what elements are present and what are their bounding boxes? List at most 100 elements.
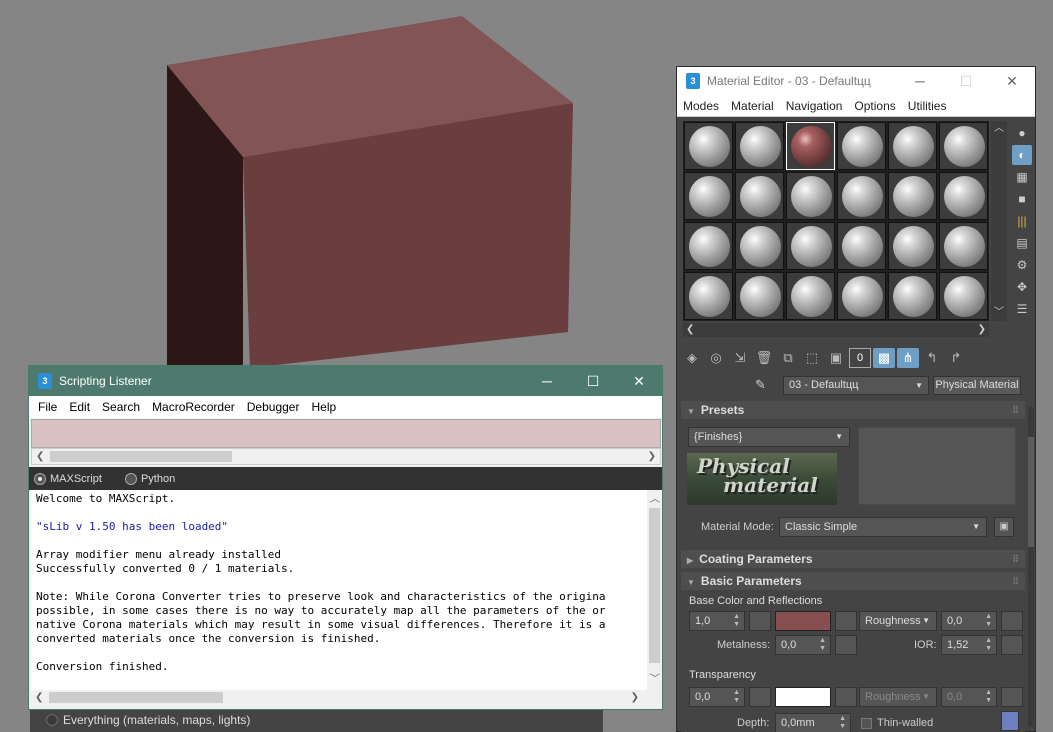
transparency-color-swatch[interactable] xyxy=(775,687,831,707)
scroll-down-icon[interactable]: ﹀ xyxy=(994,305,1004,320)
ior-spinner[interactable]: 1,52 ▲ ▼ xyxy=(941,635,997,655)
base-color-swatch[interactable] xyxy=(775,611,831,631)
material-slot[interactable] xyxy=(684,272,733,320)
menu-search[interactable]: Search xyxy=(96,400,146,414)
minimize-button[interactable]: ─ xyxy=(897,67,943,95)
material-slot[interactable] xyxy=(837,172,886,220)
make-preview-icon[interactable]: ▤ xyxy=(1012,233,1032,253)
save-icon[interactable]: ▣ xyxy=(825,348,847,368)
thin-walled-checkbox[interactable] xyxy=(861,718,872,729)
menu-options[interactable]: Options xyxy=(848,99,901,113)
material-id-icon[interactable]: 0 xyxy=(849,348,871,368)
menu-material[interactable]: Material xyxy=(725,99,780,113)
material-name-field[interactable]: 03 - Defaultцц ▼ xyxy=(783,375,929,395)
output-hscrollbar[interactable]: ❮ ❯ xyxy=(31,690,661,707)
vscroll-thumb[interactable] xyxy=(649,508,660,663)
mated-titlebar[interactable]: 3 Material Editor - 03 - Defaultцц ─ ☐ ✕ xyxy=(677,67,1035,95)
transparency-weight-map-button[interactable] xyxy=(749,687,771,707)
roughness-map-button[interactable] xyxy=(1001,611,1023,631)
show-end-result-icon[interactable]: ⋔ xyxy=(897,348,919,368)
base-color-map-button[interactable] xyxy=(835,611,857,631)
material-slot[interactable] xyxy=(684,172,733,220)
minimize-button[interactable]: ─ xyxy=(524,366,570,396)
menu-file[interactable]: File xyxy=(32,400,63,414)
close-button[interactable]: ✕ xyxy=(616,366,662,396)
material-slot[interactable] xyxy=(888,222,937,270)
listener-output[interactable]: Welcome to MAXScript. "sLib v 1.50 has be… xyxy=(31,490,647,690)
scroll-up-icon[interactable]: ︿ xyxy=(994,121,1004,136)
macro-pane-hscrollbar[interactable]: ❮ ❯ xyxy=(31,448,661,465)
maximize-button[interactable]: ☐ xyxy=(570,366,616,396)
material-slot[interactable] xyxy=(939,122,988,170)
material-navigator-icon[interactable]: ☰ xyxy=(1012,299,1032,319)
material-slot[interactable] xyxy=(837,272,886,320)
transparency-color-map-button[interactable] xyxy=(835,687,857,707)
macro-recorder-pane[interactable] xyxy=(31,419,661,448)
coating-rollout-header[interactable]: ▶ Coating Parameters ⠿ xyxy=(681,550,1025,568)
listener-titlebar[interactable]: 3 Scripting Listener ─ ☐ ✕ xyxy=(29,366,662,396)
menu-help[interactable]: Help xyxy=(305,400,342,414)
save-preset-icon[interactable]: ▣ xyxy=(994,517,1014,537)
material-slot[interactable] xyxy=(939,272,988,320)
vscroll-thumb[interactable] xyxy=(1028,437,1034,547)
material-slot[interactable] xyxy=(888,172,937,220)
scripting-listener-window[interactable]: 3 Scripting Listener ─ ☐ ✕ File Edit Sea… xyxy=(28,365,663,710)
material-slot[interactable] xyxy=(735,122,784,170)
material-type-button[interactable]: Physical Material xyxy=(933,375,1021,395)
ior-map-button[interactable] xyxy=(1001,635,1023,655)
options-icon[interactable]: ⚙ xyxy=(1012,255,1032,275)
menu-debugger[interactable]: Debugger xyxy=(241,400,306,414)
material-slot[interactable] xyxy=(786,122,835,170)
menu-navigation[interactable]: Navigation xyxy=(780,99,849,113)
material-slot[interactable] xyxy=(837,222,886,270)
menu-utilities[interactable]: Utilities xyxy=(902,99,953,113)
menu-modes[interactable]: Modes xyxy=(677,99,725,113)
base-weight-spinner[interactable]: 1,0 ▲ ▼ xyxy=(689,611,745,631)
get-material-icon[interactable]: ◈ xyxy=(681,348,703,368)
presets-dropdown[interactable]: {Finishes} ▼ xyxy=(688,427,850,447)
reset-map-icon[interactable]: 🗑 xyxy=(753,348,775,368)
depth-spinner[interactable]: 0,0mm ▲ ▼ xyxy=(775,713,851,732)
sample-type-icon[interactable]: ● xyxy=(1012,123,1032,143)
material-slot[interactable] xyxy=(888,122,937,170)
presets-rollout-header[interactable]: ▼ Presets ⠿ xyxy=(681,401,1025,419)
material-slot[interactable] xyxy=(786,222,835,270)
scroll-thumb[interactable] xyxy=(50,451,232,462)
roughness-mode-dropdown[interactable]: Roughness ▼ xyxy=(859,611,937,631)
metalness-spinner[interactable]: 0,0 ▲ ▼ xyxy=(775,635,831,655)
material-slot[interactable] xyxy=(684,222,733,270)
material-slot[interactable] xyxy=(735,172,784,220)
video-color-check-icon[interactable]: ||| xyxy=(1012,211,1032,231)
close-button[interactable]: ✕ xyxy=(989,67,1035,95)
base-weight-map-button[interactable] xyxy=(749,611,771,631)
background-icon[interactable]: ▦ xyxy=(1012,167,1032,187)
scroll-right-icon[interactable]: ❯ xyxy=(631,690,639,705)
maxscript-radio[interactable] xyxy=(34,472,46,485)
roughness-spinner[interactable]: 0,0 ▲ ▼ xyxy=(941,611,997,631)
scroll-right-icon[interactable]: ❯ xyxy=(978,323,986,337)
transparency-weight-spinner[interactable]: 0,0 ▲ ▼ xyxy=(689,687,745,707)
material-slot[interactable] xyxy=(735,272,784,320)
show-shaded-icon[interactable]: ▩ xyxy=(873,348,895,368)
menu-macrorecorder[interactable]: MacroRecorder xyxy=(146,400,241,414)
material-slot[interactable] xyxy=(837,122,886,170)
slots-vscrollbar[interactable]: ︿ ﹀ xyxy=(991,121,1007,321)
material-editor-window[interactable]: 3 Material Editor - 03 - Defaultцц ─ ☐ ✕… xyxy=(676,66,1036,732)
lock-icon[interactable] xyxy=(1001,711,1019,731)
mated-vscrollbar[interactable] xyxy=(1028,407,1034,727)
go-forward-sibling-icon[interactable]: ↱ xyxy=(945,348,967,368)
scroll-right-icon[interactable]: ❯ xyxy=(648,449,656,464)
scroll-left-icon[interactable]: ❮ xyxy=(36,449,44,464)
scroll-left-icon[interactable]: ❮ xyxy=(686,323,694,337)
scroll-down-icon[interactable]: ﹀ xyxy=(650,672,660,687)
eyedropper-icon[interactable]: ✎ xyxy=(755,377,775,393)
select-by-material-icon[interactable]: ✥ xyxy=(1012,277,1032,297)
material-slot[interactable] xyxy=(888,272,937,320)
assign-to-selection-icon[interactable]: ⇲ xyxy=(729,348,751,368)
material-slot[interactable] xyxy=(939,172,988,220)
material-slot[interactable] xyxy=(684,122,733,170)
metalness-map-button[interactable] xyxy=(835,635,857,655)
material-slot[interactable] xyxy=(786,272,835,320)
material-mode-dropdown[interactable]: Classic Simple ▼ xyxy=(779,517,987,537)
basic-rollout-header[interactable]: ▼ Basic Parameters ⠿ xyxy=(681,572,1025,590)
